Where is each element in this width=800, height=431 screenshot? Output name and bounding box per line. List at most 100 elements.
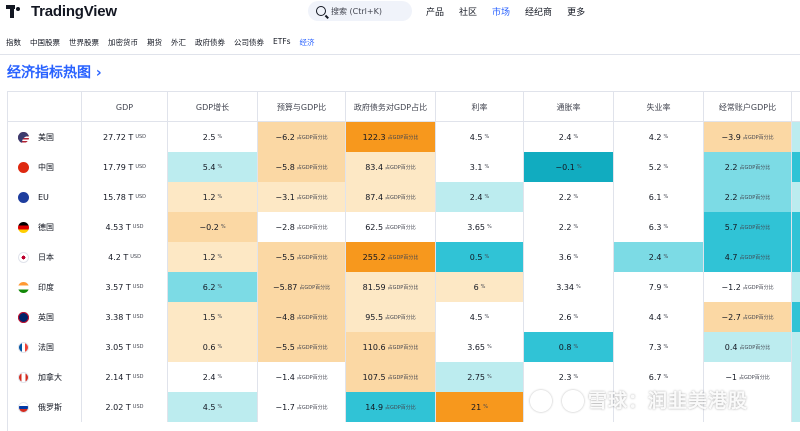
cell-unit: 占GDP百分比 [385,194,416,201]
cell-value: 3.65 [467,222,486,232]
unemployment-cell: 2.4% [614,242,704,272]
country-cell[interactable]: 英国 [8,302,82,332]
cell-unit: 占GDP百分比 [739,194,771,201]
header-current-account[interactable]: 经常账户GDP比 [704,92,792,122]
cell-value: 3.1 [469,162,483,172]
cell-value: 2.14 T [105,372,131,382]
table-row[interactable]: 德国 4.53 T USD −0.2% −2.8 占GDP百分比 62.5 占GDP百分比 3.… [8,212,800,242]
tradingview-logo[interactable]: TradingView [6,3,117,20]
nav-item-brokers[interactable]: 经纪商 [525,5,552,18]
budget-gdp-cell: −1.4 占GDP百分比 [258,362,346,392]
country-cell[interactable]: 美国 [8,122,82,152]
subnav-item-economy[interactable]: 经济 [300,37,315,48]
cell-value: 2.02 T [105,402,131,412]
table-row[interactable]: 日本 4.2 T USD 1.2% −5.5 占GDP百分比 255.2 占GDP百分比 0.5… [8,242,800,272]
gdp-growth-cell: 1.5% [168,302,258,332]
country-cell[interactable]: 印度 [8,272,82,302]
gdp-growth-cell: 2.4% [168,362,258,392]
cell-value: 1.2 [202,192,216,202]
budget-gdp-cell: −2.8 占GDP百分比 [258,212,346,242]
header-interest-rate[interactable]: 利率 [436,92,524,122]
cell-unit: % [663,254,669,260]
cell-value: 1.5 [202,312,216,322]
cell-unit: % [576,284,581,290]
country-cell[interactable]: 法国 [8,332,82,362]
header-debt-gdp[interactable]: 政府债务对GDP占比 [346,92,436,122]
country-cell[interactable]: 德国 [8,212,82,242]
table-row[interactable]: 美国 27.72 T USD 2.5% −6.2 占GDP百分比 122.3 占GDP百分比 4… [8,122,800,152]
cell-value: 14.9 [365,402,384,412]
cell-value: 2.4 [202,372,216,382]
header-inflation[interactable]: 通胀率 [524,92,614,122]
nav-item-markets[interactable]: 市场 [492,5,510,18]
flag-uk-icon [18,311,29,323]
subnav-item-crypto[interactable]: 加密货币 [108,37,138,48]
section-title-link[interactable]: 经济指标热图 › [7,62,102,82]
nav-item-community[interactable]: 社区 [459,5,477,18]
unemployment-cell: 6.3% [614,212,704,242]
country-cell[interactable]: 日本 [8,242,82,272]
cell-unit: USD [135,194,147,200]
cell-unit: USD [132,404,144,410]
inflation-cell: 2.2% [524,182,614,212]
header-budget-gdp[interactable]: 预算与GDP比 [258,92,346,122]
cell-unit: USD [132,344,144,350]
header-gdp[interactable]: GDP [82,92,168,122]
debt-gdp-cell: 87.4 占GDP百分比 [346,182,436,212]
subnav-item-corp-bonds[interactable]: 公司债券 [234,37,264,48]
current-account-cell: 2.2 占GDP百分比 [704,182,792,212]
subnav-item-china-stocks[interactable]: 中国股票 [30,37,60,48]
cell-value: 0.5 [469,252,483,262]
inflation-cell: 3.6% [524,242,614,272]
nav-item-more[interactable]: 更多 [567,5,585,18]
subnav-item-indices[interactable]: 指数 [6,37,21,48]
search-input[interactable]: 搜索 (Ctrl+K) [308,1,412,21]
cell-unit: 占GDP百分比 [742,314,774,321]
country-name: 美国 [38,132,54,142]
cell-unit: USD [135,164,147,170]
cell-unit: % [217,374,223,380]
cell-value: 1.2 [202,252,216,262]
cell-value: 3.6 [558,252,572,262]
gdp-cell: 27.72 T USD [82,122,168,152]
cell-unit: 占GDP百分比 [296,164,328,171]
table-row[interactable]: 印度 3.57 T USD 6.2% −5.87 占GDP百分比 81.59 占GDP百分比 6… [8,272,800,302]
cell-unit: % [573,254,579,260]
table-row[interactable]: 中国 17.79 T USD 5.4% −5.8 占GDP百分比 83.4 占GDP百分比 3.… [8,152,800,182]
country-cell[interactable]: 俄罗斯 [8,392,82,422]
header-gdp-growth[interactable]: GDP增长 [168,92,258,122]
header-unemployment[interactable]: 失业率 [614,92,704,122]
cell-value: −1.7 [275,402,295,412]
country-name: EU [38,192,49,202]
flag-in-icon [18,281,29,293]
search-placeholder: 搜索 (Ctrl+K) [331,6,382,16]
country-cell[interactable]: 加拿大 [8,362,82,392]
nav-item-products[interactable]: 产品 [426,5,444,18]
debt-gdp-cell: 255.2 占GDP百分比 [346,242,436,272]
cell-value: 2.2 [724,192,738,202]
cell-unit: 占GDP百分比 [742,284,774,291]
cell-unit: % [663,194,669,200]
cell-unit: 占GDP百分比 [739,224,771,231]
budget-gdp-cell: −5.8 占GDP百分比 [258,152,346,182]
interest-rate-cell: 2.4% [436,182,524,212]
subnav-item-world-stocks[interactable]: 世界股票 [69,37,99,48]
search-icon [316,6,326,16]
table-row[interactable]: 英国 3.38 T USD 1.5% −4.8 占GDP百分比 95.5 占GDP百分比 4.5… [8,302,800,332]
overflow-cell [792,392,800,422]
subnav-item-etfs[interactable]: ETFs [273,37,291,48]
cell-value: 2.2 [724,162,738,172]
country-cell[interactable]: 中国 [8,152,82,182]
country-cell[interactable]: EU [8,182,82,212]
subnav-item-futures[interactable]: 期货 [147,37,162,48]
cell-unit: % [217,404,223,410]
table-row[interactable]: EU 15.78 T USD 1.2% −3.1 占GDP百分比 87.4 占GDP百分比 2.… [8,182,800,212]
cell-value: −5.87 [272,282,298,292]
overflow-cell [792,302,800,332]
cell-unit: 占GDP百分比 [385,224,416,231]
table-row[interactable]: 法国 3.05 T USD 0.6% −5.5 占GDP百分比 110.6 占GDP百分比 3.… [8,332,800,362]
gdp-cell: 4.2 T USD [82,242,168,272]
subnav-item-gov-bonds[interactable]: 政府债券 [195,37,225,48]
subnav-item-forex[interactable]: 外汇 [171,37,186,48]
inflation-cell: 0.8% [524,332,614,362]
